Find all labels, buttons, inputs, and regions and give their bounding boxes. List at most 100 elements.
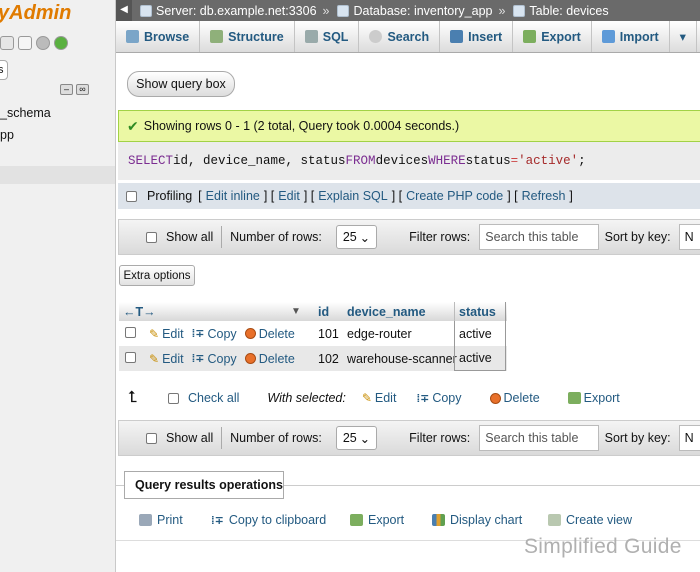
db-item-schema[interactable]: _schema: [0, 106, 51, 120]
browse-icon: [126, 30, 139, 43]
checkmark-icon: ✔: [127, 117, 139, 134]
table-icon: [513, 4, 526, 17]
show-query-box-button[interactable]: Show query box: [127, 71, 235, 97]
breadcrumb-separator: »: [498, 3, 506, 18]
table-row: ✎ Edit ⁞∓ Copy Delete 102 warehouse-scanne…: [119, 346, 507, 371]
extra-options-button[interactable]: Extra options: [119, 265, 195, 286]
tab-bar: Browse Structure SQL Search Insert Expor…: [116, 21, 700, 53]
profiling-checkbox[interactable]: [126, 190, 137, 202]
phpmyadmin-logo[interactable]: yAdmin: [0, 2, 71, 25]
import-icon: [601, 30, 615, 43]
cell-id: 101: [318, 326, 339, 341]
rows-label: Number of rows:: [230, 230, 322, 244]
display-chart-button[interactable]: Display chart: [432, 513, 522, 527]
insert-icon: [450, 30, 464, 43]
filter-input[interactable]: Search this table: [479, 224, 599, 250]
edit-link[interactable]: Edit: [278, 189, 300, 203]
row-delete-button[interactable]: Delete: [244, 352, 295, 366]
navigation-panel: yAdmin s – ∞ _schema pp: [0, 0, 116, 572]
copy-to-clipboard-button[interactable]: ⁞∓ Copy to clipboard: [211, 513, 326, 527]
breadcrumb-table[interactable]: Table: devices: [513, 4, 609, 18]
collapse-all-icon[interactable]: –: [60, 84, 73, 95]
row-edit-button[interactable]: ✎ Edit: [149, 352, 184, 366]
sql-operator: =: [510, 154, 519, 168]
breadcrumb-server[interactable]: Server: db.example.net:3306: [140, 4, 317, 18]
cell-device-name: edge-router: [347, 326, 412, 341]
sql-keyword: FROM: [345, 154, 376, 168]
cell-status: active: [454, 346, 506, 371]
breadcrumb-database[interactable]: Database: inventory_app: [337, 4, 492, 18]
bulk-copy-button[interactable]: ⁞∓ Copy: [416, 391, 461, 405]
column-arrows[interactable]: ←T→: [119, 305, 291, 319]
filter-label: Filter rows:: [409, 431, 471, 445]
chevron-down-icon: ⌄: [359, 230, 371, 245]
row-delete-button[interactable]: Delete: [244, 327, 295, 341]
tab-structure[interactable]: Structure: [200, 21, 295, 52]
sort-select[interactable]: N: [678, 425, 700, 451]
print-button[interactable]: Print: [139, 513, 183, 527]
home-icon[interactable]: [0, 36, 14, 50]
check-all-link[interactable]: Check all: [188, 391, 239, 405]
rows-select[interactable]: 25 ⌄: [335, 426, 378, 450]
results-table: ←T→ ▼ id device_name status ✎ Edit ⁞∓ Copy…: [119, 302, 507, 371]
pencil-icon: ✎: [361, 391, 372, 405]
copy-icon: ⁞∓: [191, 328, 205, 340]
filter-input[interactable]: Search this table: [479, 425, 599, 451]
back-arrow-icon[interactable]: ◀: [116, 0, 132, 21]
pencil-icon: ✎: [149, 326, 160, 341]
tab-sql[interactable]: SQL: [295, 21, 360, 52]
db-item-app[interactable]: pp: [0, 128, 14, 142]
copy-icon: ⁞∓: [191, 353, 205, 365]
show-all-label: Show all: [166, 431, 214, 445]
header-status[interactable]: status: [454, 302, 506, 321]
row-edit-button[interactable]: ✎ Edit: [149, 327, 184, 341]
export-icon: [523, 30, 537, 43]
create-php-code-link[interactable]: Create PHP code: [406, 189, 503, 203]
tab-more[interactable]: ▾: [670, 21, 697, 52]
check-all-checkbox[interactable]: [168, 392, 179, 404]
row-copy-button[interactable]: ⁞∓ Copy: [192, 352, 237, 366]
tab-export[interactable]: Export: [513, 21, 592, 52]
header-id[interactable]: id: [315, 305, 343, 319]
link-with-main-icon[interactable]: ∞: [76, 84, 89, 95]
bulk-edit-button[interactable]: ✎ Edit: [362, 391, 397, 405]
sql-columns: id, device_name, status: [173, 154, 346, 168]
selected-tree-item[interactable]: [0, 166, 115, 184]
create-view-button[interactable]: Create view: [548, 513, 632, 527]
database-icon: [337, 4, 350, 17]
with-selected-label: With selected:: [267, 391, 346, 405]
explain-sql-link[interactable]: Explain SQL: [318, 189, 387, 203]
sort-label: Sort by key:: [604, 230, 671, 244]
edit-inline-link[interactable]: Edit inline: [206, 189, 260, 203]
export-button[interactable]: Export: [350, 513, 404, 527]
success-message: ✔ Showing rows 0 - 1 (2 total, Query too…: [118, 110, 700, 142]
row-checkbox[interactable]: [125, 326, 136, 338]
cell-device-name: warehouse-scanner: [347, 351, 457, 366]
profiling-label: Profiling: [147, 189, 193, 203]
bulk-export-button[interactable]: Export: [567, 391, 620, 405]
row-checkbox[interactable]: [125, 351, 136, 363]
view-icon: [548, 514, 561, 526]
settings-gear-icon[interactable]: [36, 36, 50, 50]
tab-search[interactable]: Search: [359, 21, 441, 52]
sql-keyword: SELECT: [128, 154, 174, 168]
header-device-name[interactable]: device_name: [343, 305, 454, 319]
cell-status: active: [454, 321, 506, 346]
tab-import[interactable]: Import: [592, 21, 670, 52]
sort-select[interactable]: N: [678, 224, 700, 250]
show-all-checkbox[interactable]: [146, 432, 157, 444]
row-copy-button[interactable]: ⁞∓ Copy: [192, 327, 237, 341]
delete-icon: [244, 328, 256, 339]
sql-icon: [304, 30, 318, 43]
sort-dropdown-icon[interactable]: ▼: [291, 306, 315, 317]
docs-icon[interactable]: [18, 36, 32, 50]
bulk-delete-button[interactable]: Delete: [489, 391, 540, 405]
tab-insert[interactable]: Insert: [440, 21, 514, 52]
show-all-checkbox[interactable]: [146, 231, 157, 243]
content-area: Show query box ✔ Showing rows 0 - 1 (2 t…: [116, 53, 700, 572]
refresh-link[interactable]: Refresh: [522, 189, 566, 203]
rows-select[interactable]: 25 ⌄: [335, 225, 378, 249]
tab-browse[interactable]: Browse: [116, 21, 201, 52]
new-button[interactable]: s: [0, 60, 8, 80]
reload-icon[interactable]: [54, 36, 68, 50]
